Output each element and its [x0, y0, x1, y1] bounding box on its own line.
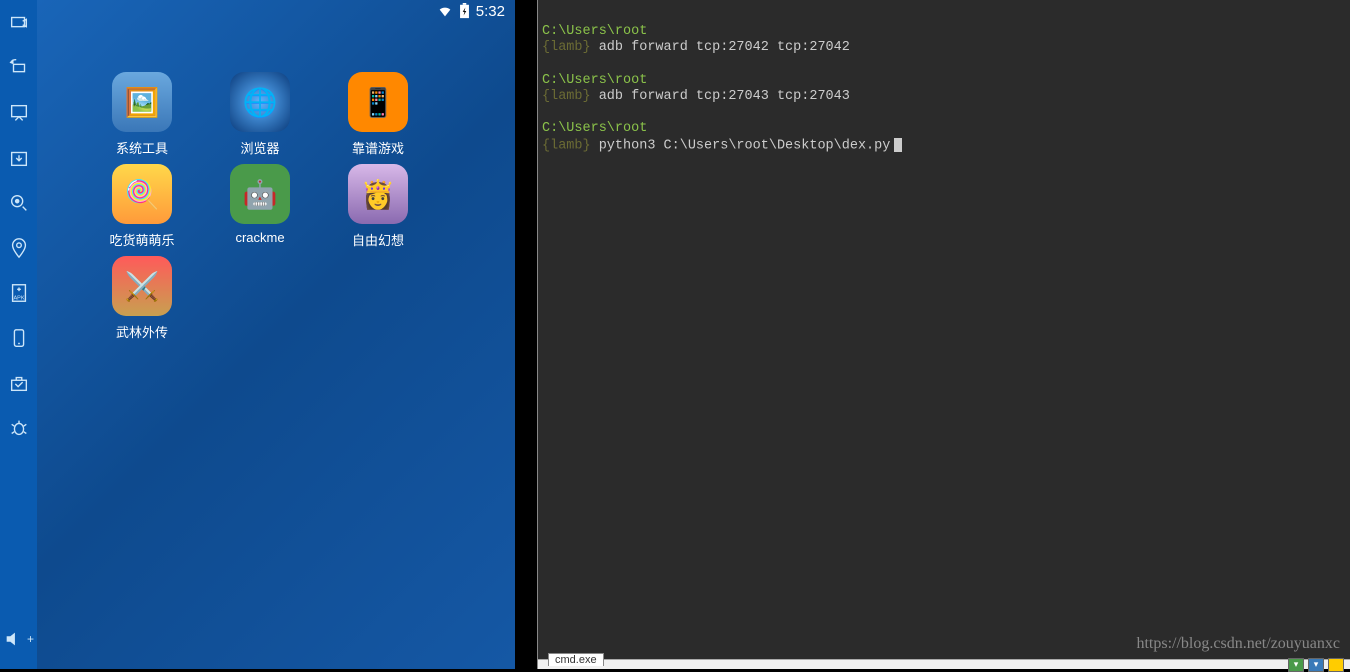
prompt-path: C:\Users\root — [542, 73, 647, 88]
status-bar: 5:32 — [37, 0, 515, 22]
emulator-screen: 5:32 🖼️ 系统工具 🌐 浏览器 📱 靠谱游戏 🍭 吃货萌萌乐 🤖 crac… — [37, 0, 515, 669]
wifi-icon — [437, 3, 453, 19]
app-kaopu-game[interactable]: 📱 靠谱游戏 — [319, 72, 437, 164]
app-label: 武林外传 — [116, 322, 168, 341]
terminal-window: C:\Users\root {lamb} adb forward tcp:270… — [537, 0, 1350, 669]
location-icon[interactable] — [0, 225, 37, 270]
screenshot-icon[interactable] — [0, 90, 37, 135]
app-icon: 🌐 — [230, 72, 290, 132]
download-icon[interactable] — [0, 135, 37, 180]
prompt-lamb: {lamb} — [542, 138, 591, 153]
toolbox-icon[interactable] — [0, 360, 37, 405]
app-label: 系统工具 — [116, 138, 168, 157]
app-icon: 🖼️ — [112, 72, 172, 132]
app-icon: ⚔️ — [112, 256, 172, 316]
terminal-tabbar: cmd.exe ▾ ▾ — [538, 659, 1350, 669]
tray-item[interactable]: ▾ — [1288, 658, 1304, 672]
app-browser[interactable]: 🌐 浏览器 — [201, 72, 319, 164]
app-label: 靠谱游戏 — [352, 138, 404, 157]
app-label: crackme — [235, 230, 284, 245]
app-crackme[interactable]: 🤖 crackme — [201, 164, 319, 256]
tray-item[interactable]: ▾ — [1308, 658, 1324, 672]
app-label: 自由幻想 — [352, 230, 404, 249]
prompt-path: C:\Users\root — [542, 121, 647, 136]
app-system-tools[interactable]: 🖼️ 系统工具 — [83, 72, 201, 164]
app-icon: 📱 — [348, 72, 408, 132]
battery-icon — [459, 3, 470, 19]
app-grid: 🖼️ 系统工具 🌐 浏览器 📱 靠谱游戏 🍭 吃货萌萌乐 🤖 crackme 👸 — [37, 22, 515, 348]
svg-text:APK: APK — [13, 295, 24, 301]
rotate-icon[interactable] — [0, 45, 37, 90]
bug-icon[interactable] — [0, 405, 37, 450]
app-icon: 👸 — [348, 164, 408, 224]
terminal-cursor — [894, 138, 902, 152]
terminal-command: python3 C:\Users\root\Desktop\dex.py — [591, 138, 891, 153]
emulator-sidebar: APK + — [0, 0, 37, 669]
app-icon: 🤖 — [230, 164, 290, 224]
apk-icon[interactable]: APK — [0, 270, 37, 315]
prompt-path: C:\Users\root — [542, 24, 647, 39]
volume-icon[interactable]: + — [0, 616, 37, 661]
terminal-command: adb forward tcp:27042 tcp:27042 — [591, 40, 850, 55]
terminal[interactable]: C:\Users\root {lamb} adb forward tcp:270… — [538, 0, 1350, 659]
app-icon: 🍭 — [112, 164, 172, 224]
app-label: 吃货萌萌乐 — [109, 230, 174, 249]
app-label: 浏览器 — [240, 138, 279, 157]
tray-item[interactable] — [1328, 658, 1344, 672]
terminal-command: adb forward tcp:27043 tcp:27043 — [591, 89, 850, 104]
app-wulin[interactable]: ⚔️ 武林外传 — [83, 256, 201, 348]
terminal-tab[interactable]: cmd.exe — [548, 653, 604, 666]
prompt-lamb: {lamb} — [542, 89, 591, 104]
share-icon[interactable] — [0, 0, 37, 45]
prompt-lamb: {lamb} — [542, 40, 591, 55]
volume-plus: + — [27, 632, 34, 646]
watermark: https://blog.csdn.net/zouyuanxc — [1136, 634, 1340, 653]
tray: ▾ ▾ — [1288, 658, 1350, 672]
device-icon[interactable] — [0, 315, 37, 360]
app-ziyou[interactable]: 👸 自由幻想 — [319, 164, 437, 256]
status-time: 5:32 — [476, 3, 505, 20]
camera-icon[interactable] — [0, 180, 37, 225]
app-chihuo[interactable]: 🍭 吃货萌萌乐 — [83, 164, 201, 256]
